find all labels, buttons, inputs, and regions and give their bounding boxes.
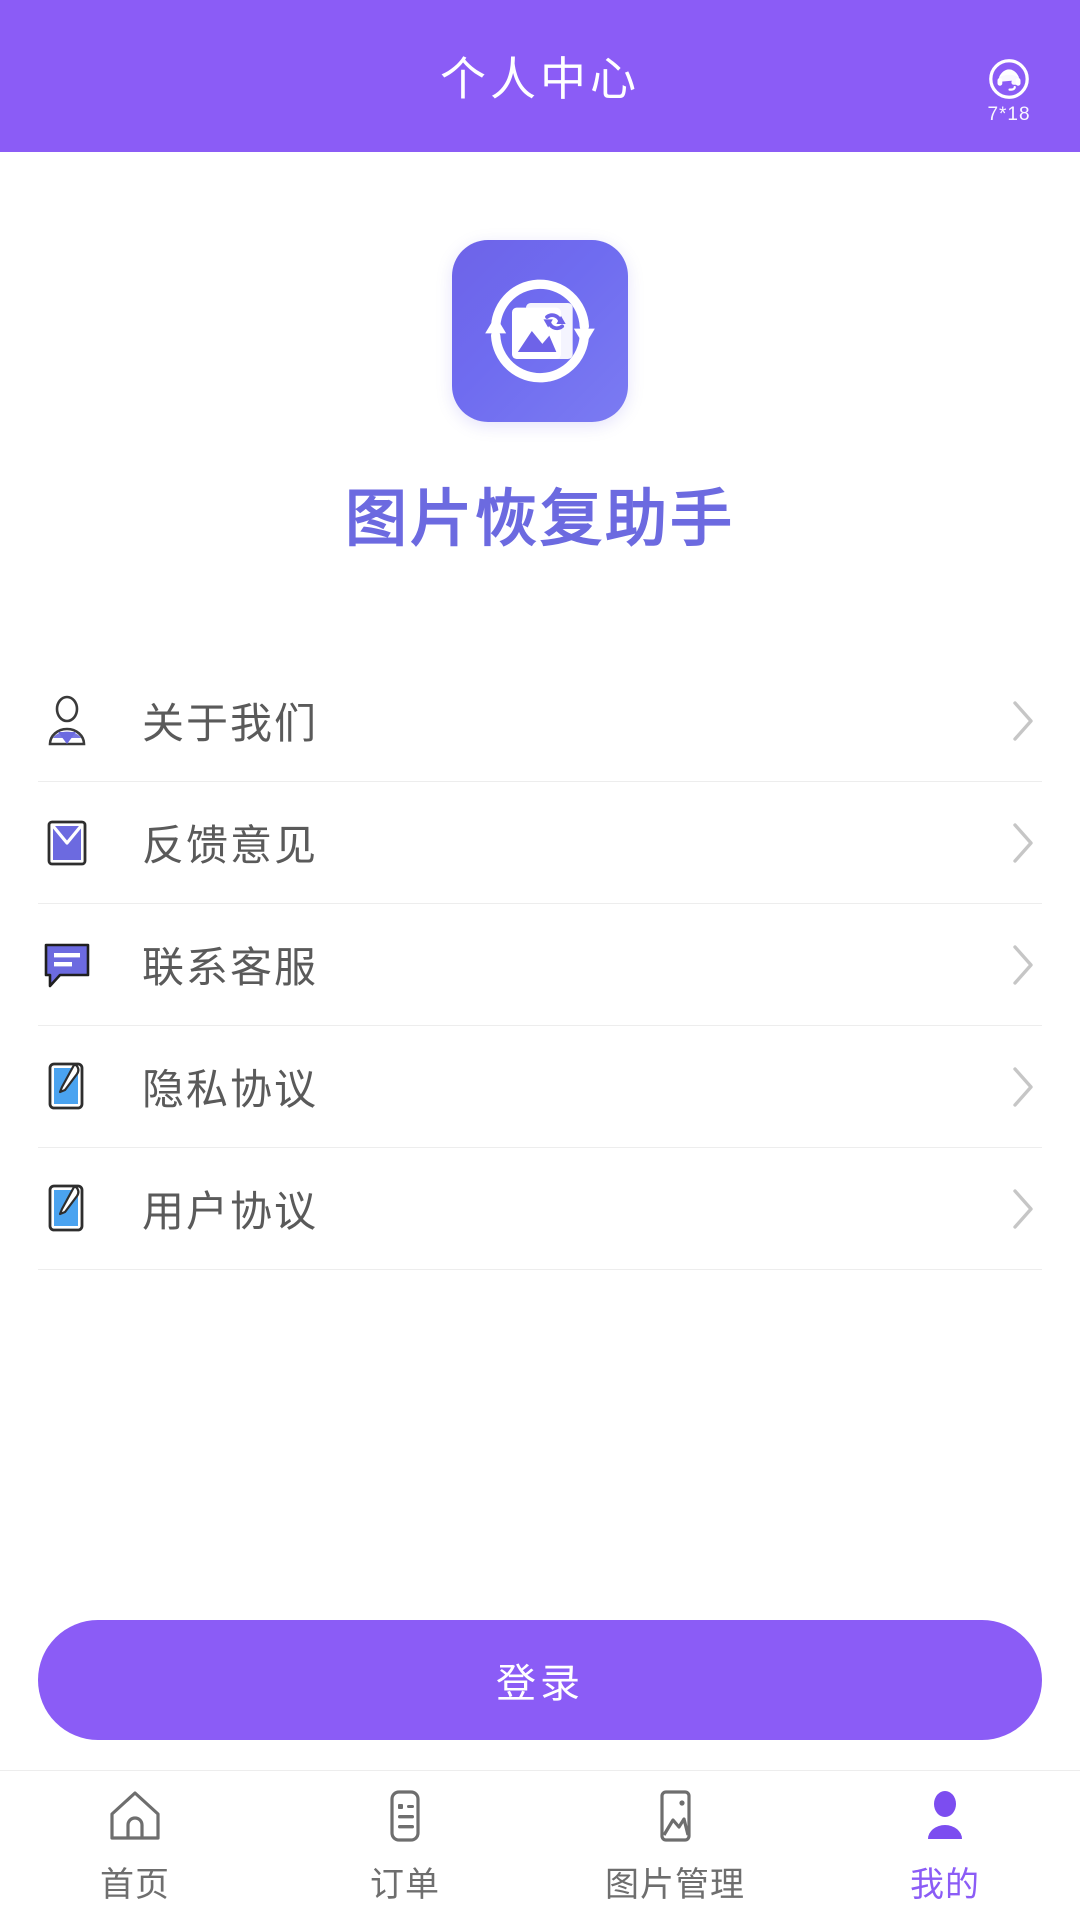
- service-hours-label: 7*18: [987, 104, 1031, 125]
- tab-mine[interactable]: 我的: [810, 1771, 1080, 1920]
- person-icon: [916, 1785, 974, 1847]
- menu-item-label: 联系客服: [142, 944, 319, 991]
- menu-item-label: 关于我们: [142, 700, 319, 747]
- order-icon: [376, 1785, 434, 1847]
- page-title: 个人中心: [440, 53, 640, 105]
- menu-item-label: 隐私协议: [142, 1066, 319, 1113]
- menu-item-label: 反馈意见: [142, 822, 319, 869]
- menu-divider: [38, 1269, 1042, 1270]
- tab-label: 图片管理: [605, 1866, 745, 1904]
- menu-item-feedback[interactable]: 反馈意见: [38, 782, 1042, 903]
- menu-item-user-agreement[interactable]: 用户协议: [38, 1148, 1042, 1269]
- tab-image-management[interactable]: 图片管理: [540, 1771, 810, 1920]
- brand-block: 图片恢复助手: [0, 240, 1080, 558]
- login-button[interactable]: 登录: [38, 1620, 1042, 1740]
- chevron-right-icon: [1010, 1186, 1036, 1232]
- picture-icon: [646, 1785, 704, 1847]
- tab-label: 首页: [100, 1866, 170, 1904]
- menu-item-privacy-policy[interactable]: 隐私协议: [38, 1026, 1042, 1147]
- home-icon: [105, 1785, 165, 1847]
- menu-item-contact-support[interactable]: 联系客服: [38, 904, 1042, 1025]
- bottom-tab-bar: 首页 订单 图片管理 我的: [0, 1770, 1080, 1920]
- envelope-icon: [38, 814, 96, 872]
- tab-label: 订单: [370, 1866, 440, 1904]
- image-restore-logo: [452, 240, 628, 422]
- chevron-right-icon: [1010, 820, 1036, 866]
- chevron-right-icon: [1010, 698, 1036, 744]
- settings-menu-list: 关于我们 反馈意见 联系客服 隐私协议 用户协议: [0, 660, 1080, 1270]
- personal-center-screen: 个人中心 7*18 图片恢复助手 关于我们 反馈意见 联系客服 隐私协议 用户协…: [0, 0, 1080, 1920]
- edit-note-icon: [38, 1180, 96, 1238]
- chevron-right-icon: [1010, 1064, 1036, 1110]
- tab-orders[interactable]: 订单: [270, 1771, 540, 1920]
- chat-icon: [38, 936, 96, 994]
- app-name-title: 图片恢复助手: [344, 485, 735, 554]
- edit-note-icon: [38, 1058, 96, 1116]
- app-header: 个人中心 7*18: [0, 0, 1080, 152]
- user-icon: [38, 692, 96, 750]
- tab-home[interactable]: 首页: [0, 1771, 270, 1920]
- chevron-right-icon: [1010, 942, 1036, 988]
- menu-item-about-us[interactable]: 关于我们: [38, 660, 1042, 781]
- customer-service-button[interactable]: 7*18: [966, 56, 1052, 126]
- tab-label: 我的: [910, 1866, 980, 1904]
- headset-icon: [986, 56, 1032, 102]
- menu-item-label: 用户协议: [142, 1188, 319, 1235]
